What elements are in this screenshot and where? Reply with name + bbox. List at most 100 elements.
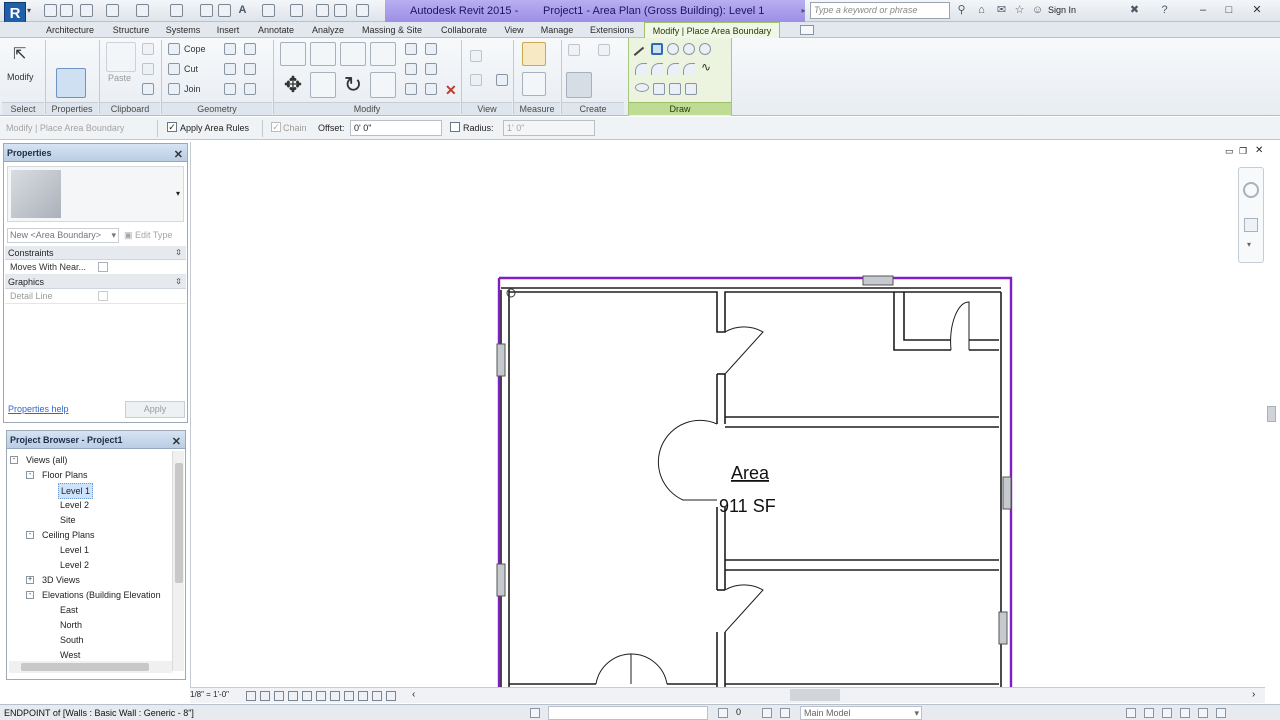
- rotate-icon[interactable]: ↻: [340, 72, 366, 98]
- scrollbar-thumb[interactable]: [21, 663, 149, 671]
- circle-icon[interactable]: [683, 43, 695, 55]
- copy-element-icon[interactable]: [310, 72, 336, 98]
- radius-input[interactable]: 1' 0": [503, 120, 595, 136]
- dimension-icon[interactable]: [200, 4, 213, 17]
- tab-analyze[interactable]: Analyze: [304, 22, 352, 38]
- drawing-area[interactable]: Area 911 SF: [190, 142, 1265, 687]
- collapse-icon[interactable]: -: [26, 471, 34, 479]
- join-icon[interactable]: [168, 83, 180, 95]
- demolish-icon[interactable]: [244, 43, 256, 55]
- paste-icon[interactable]: [106, 42, 136, 72]
- select-underlay-icon[interactable]: [1144, 708, 1154, 718]
- panel-clipboard[interactable]: Clipboard: [100, 102, 160, 115]
- cope-label[interactable]: Cope: [184, 44, 206, 54]
- properties-toggle-icon[interactable]: [56, 68, 86, 98]
- ellipse-icon[interactable]: [635, 83, 649, 92]
- tab-modify-place-area-boundary[interactable]: Modify | Place Area Boundary: [644, 22, 780, 38]
- offset-icon[interactable]: [310, 42, 336, 66]
- close-button[interactable]: ✕: [1246, 1, 1268, 19]
- apply-area-rules-label[interactable]: Apply Area Rules: [180, 123, 249, 133]
- search-input[interactable]: Type a keyword or phrase: [810, 2, 950, 19]
- split-icon[interactable]: [244, 83, 256, 95]
- area-tag-name[interactable]: Area: [731, 463, 770, 483]
- detail-level-icon[interactable]: [246, 691, 256, 701]
- property-row-moves-with-nearby[interactable]: Moves With Near...: [5, 260, 186, 275]
- detail-line-checkbox[interactable]: [98, 291, 108, 301]
- type-selector-dropdown[interactable]: New <Area Boundary> ▾: [7, 228, 119, 243]
- design-option-dropdown[interactable]: Main Model ▾: [800, 706, 922, 720]
- text-icon[interactable]: A: [236, 4, 249, 17]
- editable-only-icon[interactable]: [762, 708, 772, 718]
- join-label[interactable]: Join: [184, 84, 201, 94]
- cut-label[interactable]: Cut: [184, 64, 198, 74]
- select-by-face-icon[interactable]: [1180, 708, 1190, 718]
- tag-icon[interactable]: [218, 4, 231, 17]
- delete-icon[interactable]: ✕: [445, 82, 457, 99]
- override-icon[interactable]: [470, 74, 482, 86]
- tab-view[interactable]: View: [498, 22, 530, 38]
- paint-icon[interactable]: [224, 83, 236, 95]
- panel-measure[interactable]: Measure: [514, 102, 560, 115]
- thin-lines-icon[interactable]: [316, 4, 329, 17]
- redo-icon[interactable]: [136, 4, 149, 17]
- tab-architecture[interactable]: Architecture: [38, 22, 102, 38]
- canvas-scrollbar-thumb[interactable]: [1267, 406, 1276, 422]
- start-end-arc-icon[interactable]: [635, 63, 647, 75]
- scrollbar-thumb[interactable]: [175, 463, 183, 583]
- fillet-arc-icon[interactable]: [683, 63, 695, 75]
- create-group-icon[interactable]: [568, 44, 580, 56]
- scale-icon[interactable]: [425, 63, 437, 75]
- collapse-icon[interactable]: ⇳: [175, 275, 182, 289]
- browser-vertical-scrollbar[interactable]: [172, 451, 184, 671]
- filter-icon[interactable]: [718, 708, 728, 718]
- open-icon[interactable]: [44, 4, 57, 17]
- panel-select[interactable]: Select: [2, 102, 44, 115]
- measure-icon[interactable]: [170, 4, 183, 17]
- close-icon[interactable]: ✕: [172, 433, 181, 451]
- tab-structure[interactable]: Structure: [104, 22, 158, 38]
- offset-input[interactable]: 0' 0": [350, 120, 442, 136]
- tab-manage[interactable]: Manage: [532, 22, 582, 38]
- aligned-dimension-icon[interactable]: [522, 72, 546, 96]
- select-links-icon[interactable]: [1126, 708, 1136, 718]
- line-icon[interactable]: [627, 39, 645, 56]
- chain-checkbox[interactable]: ✓: [271, 122, 281, 132]
- section-graphics[interactable]: Graphics ⇳: [5, 275, 186, 289]
- moves-with-nearby-checkbox[interactable]: [98, 262, 108, 272]
- panel-view[interactable]: View: [462, 102, 512, 115]
- pin-icon[interactable]: [405, 83, 417, 95]
- tab-insert[interactable]: Insert: [208, 22, 248, 38]
- crop-view-icon[interactable]: [302, 691, 312, 701]
- worksets-icon[interactable]: [530, 708, 540, 718]
- type-preview[interactable]: ▾: [7, 166, 184, 222]
- show-crop-icon[interactable]: [316, 691, 326, 701]
- scroll-left-icon[interactable]: ‹: [412, 689, 415, 700]
- sun-path-icon[interactable]: [274, 691, 284, 701]
- tab-collaborate[interactable]: Collaborate: [432, 22, 496, 38]
- tab-systems[interactable]: Systems: [160, 22, 206, 38]
- rectangle-icon[interactable]: [651, 43, 663, 55]
- ribbon-minimize-icon[interactable]: [800, 25, 814, 35]
- align-icon[interactable]: [280, 42, 306, 66]
- zoom-icon[interactable]: [1244, 218, 1258, 232]
- undo-icon[interactable]: [106, 4, 119, 17]
- expand-icon[interactable]: +: [26, 576, 34, 584]
- subscription-icon[interactable]: ⌂: [975, 4, 988, 17]
- chevron-down-icon[interactable]: ▾: [27, 6, 31, 15]
- spline-icon[interactable]: ∿: [701, 60, 711, 74]
- mirror-axis-icon[interactable]: [340, 42, 366, 66]
- highlight-displacement-icon[interactable]: [372, 691, 382, 701]
- collapse-icon[interactable]: ⇳: [175, 246, 182, 260]
- pick-walls-icon[interactable]: [685, 83, 697, 95]
- trim-extend-icon[interactable]: [370, 72, 396, 98]
- pick-lines-icon[interactable]: [669, 83, 681, 95]
- sync-icon[interactable]: [80, 4, 93, 17]
- temporary-hide-icon[interactable]: [330, 691, 340, 701]
- measure-distance-icon[interactable]: [522, 42, 546, 66]
- floor-plan-drawing[interactable]: Area 911 SF: [191, 142, 1266, 687]
- favorites-icon[interactable]: ☆: [1013, 4, 1026, 17]
- panel-properties[interactable]: Properties: [46, 102, 98, 115]
- circumscribed-polygon-icon[interactable]: [699, 43, 711, 55]
- apply-area-rules-checkbox[interactable]: ✓: [167, 122, 177, 132]
- exchange-icon[interactable]: ✖: [1128, 4, 1141, 17]
